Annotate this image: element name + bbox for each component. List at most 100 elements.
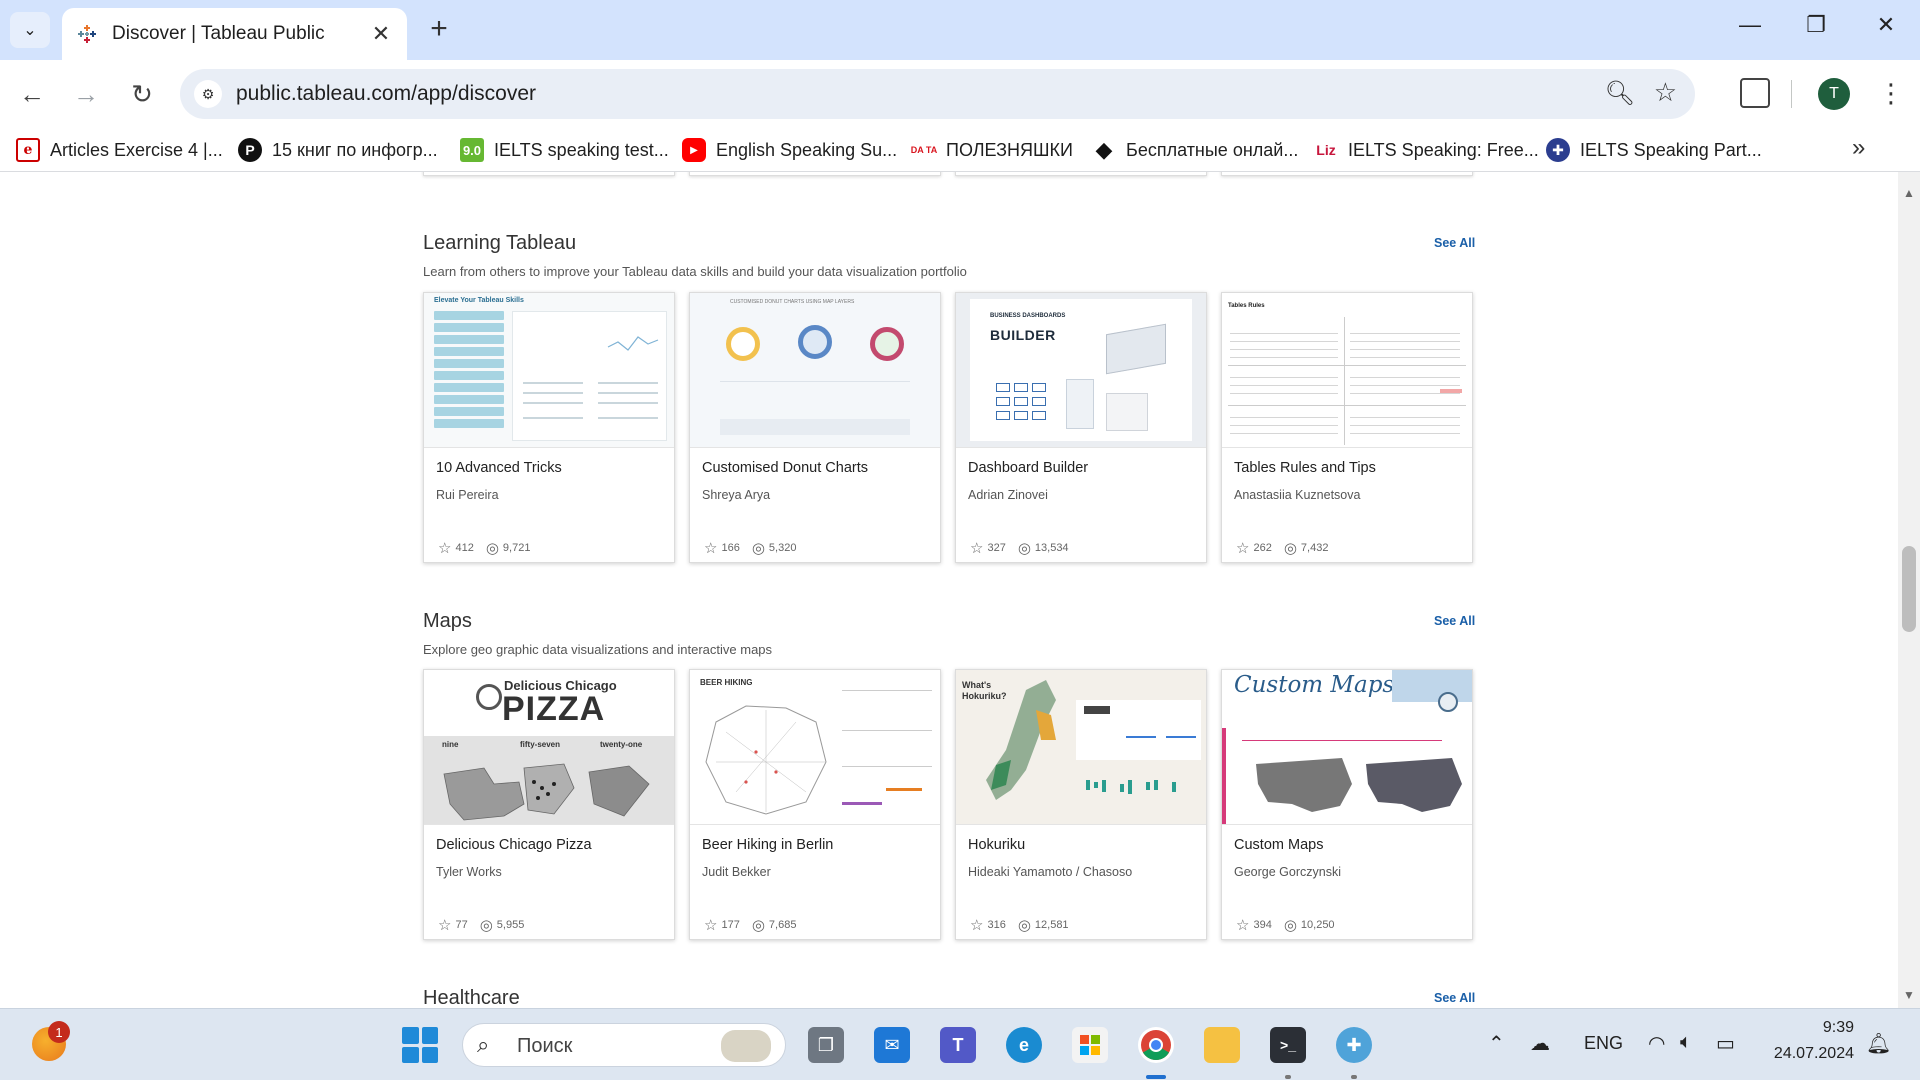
star-icon[interactable]: ☆	[704, 916, 717, 934]
bookmark-item[interactable]: P 15 книг по инфогр...	[238, 136, 438, 164]
card-title[interactable]: Hokuriku	[968, 837, 1025, 853]
viz-thumbnail[interactable]: BEER HIKING	[690, 670, 940, 825]
see-all-link-healthcare[interactable]: See All	[1434, 991, 1475, 1005]
bookmark-star-icon[interactable]: ☆	[1654, 77, 1677, 108]
language-indicator[interactable]: ENG	[1584, 1033, 1623, 1054]
card-stub[interactable]	[1221, 172, 1473, 176]
onedrive-cloud-icon[interactable]: ☁	[1530, 1031, 1550, 1056]
bookmark-item[interactable]: DA TA ПОЛЕЗНЯШКИ	[911, 136, 1073, 164]
task-view-icon[interactable]: ❐	[808, 1027, 844, 1063]
card-author[interactable]: George Gorczynski	[1234, 865, 1341, 879]
card-stub[interactable]	[689, 172, 941, 176]
star-icon[interactable]: ☆	[704, 539, 717, 557]
profile-avatar[interactable]: T	[1818, 78, 1850, 110]
views-count: 7,685	[768, 919, 797, 931]
url-text[interactable]: public.tableau.com/app/discover	[236, 82, 536, 106]
bookmark-item[interactable]: e Articles Exercise 4 |...	[16, 136, 223, 164]
viz-card[interactable]: CUSTOMISED DONUT CHARTS USING MAP LAYERS…	[689, 292, 941, 563]
clock-time[interactable]: 9:39	[1764, 1019, 1854, 1037]
volume-icon[interactable]: 🔈︎	[1680, 1031, 1692, 1054]
viz-thumbnail[interactable]: Elevate Your Tableau Skills	[424, 293, 674, 448]
address-bar[interactable]: ⚙ public.tableau.com/app/discover 🔍︎ ☆	[180, 69, 1695, 119]
card-author[interactable]: Rui Pereira	[436, 488, 499, 502]
viz-thumbnail[interactable]: BUSINESS DASHBOARDS BUILDER	[956, 293, 1206, 448]
forward-arrow-icon[interactable]: →	[68, 76, 104, 112]
viz-card[interactable]: BEER HIKING Beer Hiking in Berlin Judit …	[689, 669, 941, 940]
viz-thumbnail[interactable]: Delicious Chicago PIZZA nine fifty-seven…	[424, 670, 674, 825]
tab-active[interactable]: Discover | Tableau Public ✕	[62, 8, 407, 60]
card-stub[interactable]	[423, 172, 675, 176]
back-arrow-icon[interactable]: ←	[14, 76, 50, 112]
start-button-icon[interactable]	[402, 1027, 438, 1063]
viz-card[interactable]: BUSINESS DASHBOARDS BUILDER Dashboard Bu…	[955, 292, 1207, 563]
notifications-bell-icon[interactable]: 🔔︎	[1866, 1031, 1891, 1056]
viz-thumbnail[interactable]: Tables Rules	[1222, 293, 1472, 448]
card-title[interactable]: 10 Advanced Tricks	[436, 460, 562, 476]
star-icon[interactable]: ☆	[970, 916, 983, 934]
terminal-icon[interactable]: >_	[1270, 1027, 1306, 1063]
see-all-link-learning[interactable]: See All	[1434, 236, 1475, 250]
taskbar-search[interactable]: ⌕ Поиск	[462, 1023, 786, 1067]
restore-icon[interactable]: ❐	[1796, 12, 1836, 38]
card-author[interactable]: Hideaki Yamamoto / Chasoso	[968, 865, 1132, 879]
card-title[interactable]: Tables Rules and Tips	[1234, 460, 1376, 476]
viz-card[interactable]: Elevate Your Tableau Skills 10 Advanced …	[423, 292, 675, 563]
card-title[interactable]: Beer Hiking in Berlin	[702, 837, 833, 853]
chrome-icon[interactable]	[1138, 1027, 1174, 1063]
scroll-thumb[interactable]	[1902, 546, 1916, 632]
card-stub[interactable]	[955, 172, 1207, 176]
bookmark-item[interactable]: ◆ Бесплатные онлай...	[1092, 136, 1298, 164]
see-all-link-maps[interactable]: See All	[1434, 614, 1475, 628]
mail-icon[interactable]: ✉	[874, 1027, 910, 1063]
show-hidden-icons-icon[interactable]: ⌃	[1488, 1031, 1505, 1056]
viz-card[interactable]: Delicious Chicago PIZZA nine fifty-seven…	[423, 669, 675, 940]
file-explorer-icon[interactable]	[1204, 1027, 1240, 1063]
bookmark-item[interactable]: ▶ English Speaking Su...	[682, 136, 897, 164]
star-icon[interactable]: ☆	[970, 539, 983, 557]
reload-icon[interactable]: ↻	[124, 76, 160, 112]
viz-card[interactable]: Custom Maps Custom Maps George Gorczynsk…	[1221, 669, 1473, 940]
bookmark-item[interactable]: Liz IELTS Speaking: Free...	[1314, 136, 1539, 164]
close-window-icon[interactable]: ✕	[1866, 12, 1906, 38]
card-title[interactable]: Dashboard Builder	[968, 460, 1088, 476]
minimize-icon[interactable]: —	[1730, 12, 1770, 38]
card-author[interactable]: Shreya Arya	[702, 488, 770, 502]
edge-icon[interactable]: e	[1006, 1027, 1042, 1063]
more-bookmarks-icon[interactable]: »	[1852, 134, 1865, 162]
wifi-icon[interactable]: ◠	[1648, 1031, 1665, 1056]
card-title[interactable]: Customised Donut Charts	[702, 460, 868, 476]
card-title[interactable]: Delicious Chicago Pizza	[436, 837, 592, 853]
viz-thumbnail[interactable]: Custom Maps	[1222, 670, 1472, 825]
scroll-up-arrow-icon[interactable]: ▲	[1903, 186, 1915, 200]
microsoft-store-icon[interactable]	[1072, 1027, 1108, 1063]
card-title[interactable]: Custom Maps	[1234, 837, 1323, 853]
card-author[interactable]: Tyler Works	[436, 865, 502, 879]
page-scrollbar[interactable]: ▲ ▼	[1898, 172, 1920, 1008]
new-tab-button[interactable]: +	[424, 14, 454, 44]
star-icon[interactable]: ☆	[1236, 539, 1249, 557]
viz-thumbnail[interactable]: CUSTOMISED DONUT CHARTS USING MAP LAYERS	[690, 293, 940, 448]
star-icon[interactable]: ☆	[1236, 916, 1249, 934]
card-stats: ☆ 394 ◎ 10,250	[1236, 916, 1347, 934]
more-menu-icon[interactable]: ⋮	[1878, 76, 1904, 110]
site-settings-icon[interactable]: ⚙	[194, 80, 222, 108]
star-icon[interactable]: ☆	[438, 539, 451, 557]
close-tab-icon[interactable]: ✕	[369, 21, 393, 47]
tableau-desktop-icon[interactable]: ✚	[1336, 1027, 1372, 1063]
bookmark-item[interactable]: ✚ IELTS Speaking Part...	[1546, 136, 1762, 164]
card-author[interactable]: Adrian Zinovei	[968, 488, 1048, 502]
extensions-icon[interactable]	[1740, 78, 1770, 108]
star-icon[interactable]: ☆	[438, 916, 451, 934]
tab-search-button[interactable]: ⌄	[10, 12, 50, 48]
battery-icon[interactable]: ▭	[1716, 1031, 1735, 1056]
clock-date[interactable]: 24.07.2024	[1764, 1045, 1854, 1063]
viz-card[interactable]: What's Hokuriku? Hokuriku Hideaki Yamamo…	[955, 669, 1207, 940]
viz-card[interactable]: Tables Rules Tables Rules and Tips Anast…	[1221, 292, 1473, 563]
viz-thumbnail[interactable]: What's Hokuriku?	[956, 670, 1206, 825]
card-author[interactable]: Anastasiia Kuznetsova	[1234, 488, 1360, 502]
teams-icon[interactable]: T	[940, 1027, 976, 1063]
bookmark-item[interactable]: 9.0 IELTS speaking test...	[460, 136, 669, 164]
scroll-down-arrow-icon[interactable]: ▼	[1903, 988, 1915, 1002]
zoom-icon[interactable]: 🔍︎	[1605, 79, 1635, 108]
card-author[interactable]: Judit Bekker	[702, 865, 771, 879]
